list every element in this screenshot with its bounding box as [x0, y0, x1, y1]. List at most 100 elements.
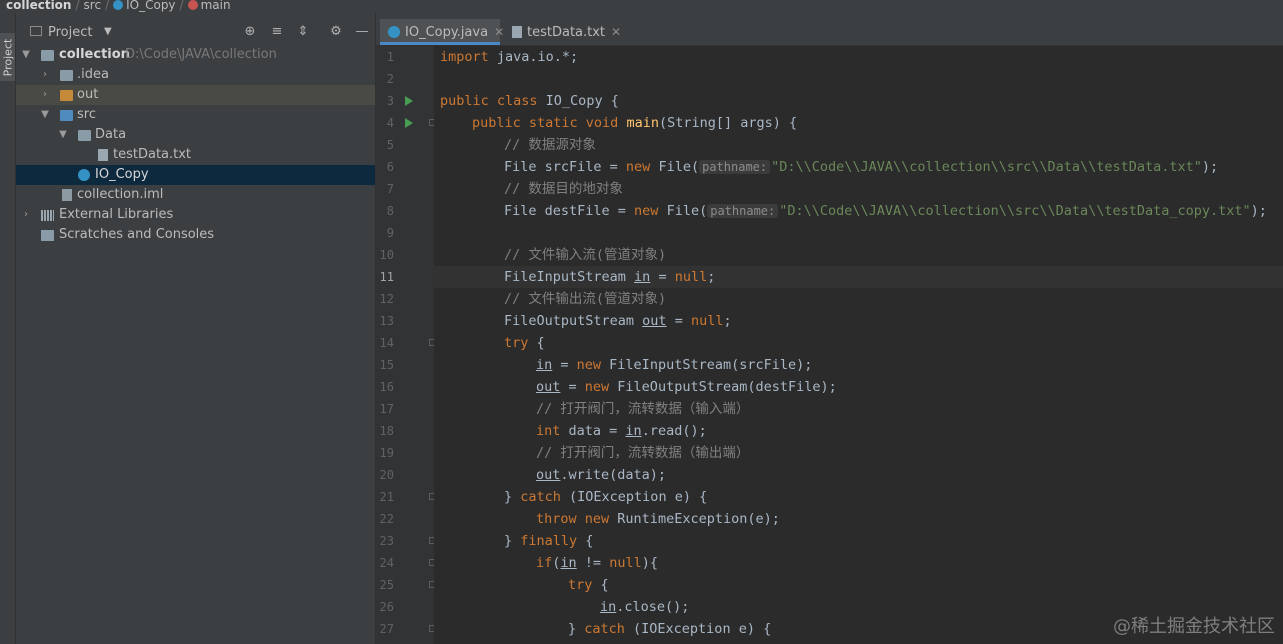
tab-label: testData.txt: [527, 25, 606, 40]
close-icon[interactable]: ✕: [494, 25, 504, 39]
close-icon[interactable]: ✕: [611, 25, 621, 39]
line-number-row: 9: [376, 222, 434, 244]
hide-panel-icon[interactable]: —: [354, 24, 370, 40]
code-token: (IOException e) {: [624, 621, 772, 637]
run-class-icon[interactable]: [405, 96, 413, 106]
navigation-breadcrumb: collection / src / IO_Copy / main: [0, 0, 1283, 13]
code-token: File destFile =: [504, 203, 635, 219]
code-token: .write(data);: [560, 467, 667, 483]
collapse-all-icon[interactable]: ⇕: [295, 24, 311, 40]
tree-item-io-copy[interactable]: IO_Copy: [16, 165, 375, 185]
line-number: 9: [386, 226, 394, 240]
chevron-down-icon[interactable]: ▼: [21, 45, 31, 65]
code-line: public class IO_Copy {: [434, 90, 1283, 112]
code-line: throw new RuntimeException(e);: [434, 508, 1283, 530]
breadcrumb-class[interactable]: IO_Copy: [126, 0, 175, 11]
line-number: 14: [379, 336, 394, 350]
tree-item-scratches[interactable]: Scratches and Consoles: [16, 225, 375, 245]
code-string: "D:\\Code\\JAVA\\collection\\src\\Data\\…: [779, 203, 1251, 219]
line-number: 21: [379, 490, 394, 504]
code-token: FileInputStream(srcFile);: [601, 357, 813, 373]
project-tool-label: Project: [1, 38, 15, 77]
tree-item-data[interactable]: ▼ Data: [16, 125, 375, 145]
tree-item-testdata[interactable]: testData.txt: [16, 145, 375, 165]
code-token: =: [666, 313, 691, 329]
java-class-icon: [78, 169, 90, 181]
breadcrumb-separator: /: [179, 0, 184, 12]
editor-gutter[interactable]: 1 2 3 4 5 6 7 8 9 10 11 12 13 14 15 16 1…: [376, 46, 436, 644]
code-token: File(: [650, 159, 700, 175]
code-variable: out: [642, 313, 667, 329]
libraries-icon: [41, 210, 54, 221]
code-comment: // 文件输出流(管道对象): [504, 291, 667, 307]
code-token: IO_Copy {: [537, 93, 619, 109]
run-main-icon[interactable]: [405, 118, 413, 128]
tree-item-collection[interactable]: ▼ collection D:\Code\JAVA\collection: [16, 45, 375, 65]
chevron-down-icon[interactable]: ▼: [104, 26, 112, 37]
tree-item-src[interactable]: ▼ src: [16, 105, 375, 125]
breadcrumb-project[interactable]: collection: [6, 0, 71, 11]
tab-testdata-txt[interactable]: testData.txt ✕: [504, 19, 621, 45]
code-comment: // 打开阀门，流转数据（输出端）: [536, 445, 750, 461]
line-number-row: 3: [376, 90, 434, 112]
class-icon: [113, 0, 124, 10]
gear-icon[interactable]: ⚙: [328, 24, 344, 40]
code-token: {: [577, 533, 594, 549]
code-line: // 数据目的地对象: [434, 178, 1283, 200]
code-token: public static void: [472, 115, 619, 131]
breadcrumb-separator: /: [75, 0, 80, 12]
chevron-down-icon[interactable]: ▼: [40, 105, 50, 125]
line-number: 20: [379, 468, 394, 482]
code-token: catch: [520, 489, 561, 505]
source-folder-icon: [60, 110, 73, 121]
code-token: );: [1201, 159, 1219, 175]
code-editor[interactable]: import java.io.*; public class IO_Copy {…: [434, 46, 1283, 644]
tree-item-out[interactable]: › out: [16, 85, 375, 105]
code-token: new: [634, 203, 659, 219]
code-comment: // 打开阀门，流转数据（输入端）: [536, 401, 750, 417]
code-token: new: [576, 357, 602, 373]
tree-item-external-libraries[interactable]: › External Libraries: [16, 205, 375, 225]
project-panel-header: Project ▼ ⊕ ≡ ⇕ ⚙ —: [16, 20, 375, 44]
code-token: {: [528, 335, 545, 351]
project-tool-window-button[interactable]: Project: [0, 33, 15, 81]
code-line: try {: [434, 332, 1283, 354]
code-variable: in: [625, 423, 642, 439]
code-token: finally: [520, 533, 578, 549]
line-number-row: 1: [376, 46, 434, 68]
code-token: public class: [440, 93, 538, 109]
chevron-right-icon[interactable]: ›: [40, 65, 50, 85]
code-token: throw: [536, 511, 577, 527]
line-number-row: 25: [376, 574, 436, 596]
tree-item-collection-iml[interactable]: collection.iml: [16, 185, 375, 205]
project-panel-title[interactable]: Project: [48, 25, 92, 40]
chevron-right-icon[interactable]: ›: [40, 85, 50, 105]
breadcrumb-folder[interactable]: src: [84, 0, 102, 11]
code-variable: in: [600, 599, 617, 615]
line-number-row: 16: [376, 376, 434, 398]
chevron-down-icon[interactable]: ▼: [58, 125, 68, 145]
code-token: !=: [576, 555, 610, 571]
code-token: =: [560, 379, 585, 395]
line-number-row: 24: [376, 552, 436, 574]
tree-item-label: Data: [95, 127, 127, 142]
tab-io-copy-java[interactable]: IO_Copy.java ✕: [380, 19, 504, 45]
tree-item-path: D:\Code\JAVA\collection: [125, 47, 277, 62]
line-number-row: 18: [376, 420, 434, 442]
tree-item-label: IO_Copy: [95, 167, 149, 182]
expand-all-icon[interactable]: ≡: [269, 24, 285, 40]
line-number-row: 10: [376, 244, 434, 266]
chevron-right-icon[interactable]: ›: [21, 205, 31, 225]
code-token: .read();: [641, 423, 707, 439]
locate-icon[interactable]: ⊕: [242, 24, 258, 40]
watermark: @稀土掘金技术社区: [1113, 616, 1275, 637]
breadcrumb-method[interactable]: main: [201, 0, 231, 11]
line-number-row: 19: [376, 442, 434, 464]
line-number: 13: [379, 314, 394, 328]
java-class-icon: [388, 25, 400, 38]
line-number-current: 11: [379, 270, 394, 284]
code-token: java.io.*;: [488, 49, 579, 65]
tree-item-idea[interactable]: › .idea: [16, 65, 375, 85]
code-variable: out: [536, 467, 561, 483]
